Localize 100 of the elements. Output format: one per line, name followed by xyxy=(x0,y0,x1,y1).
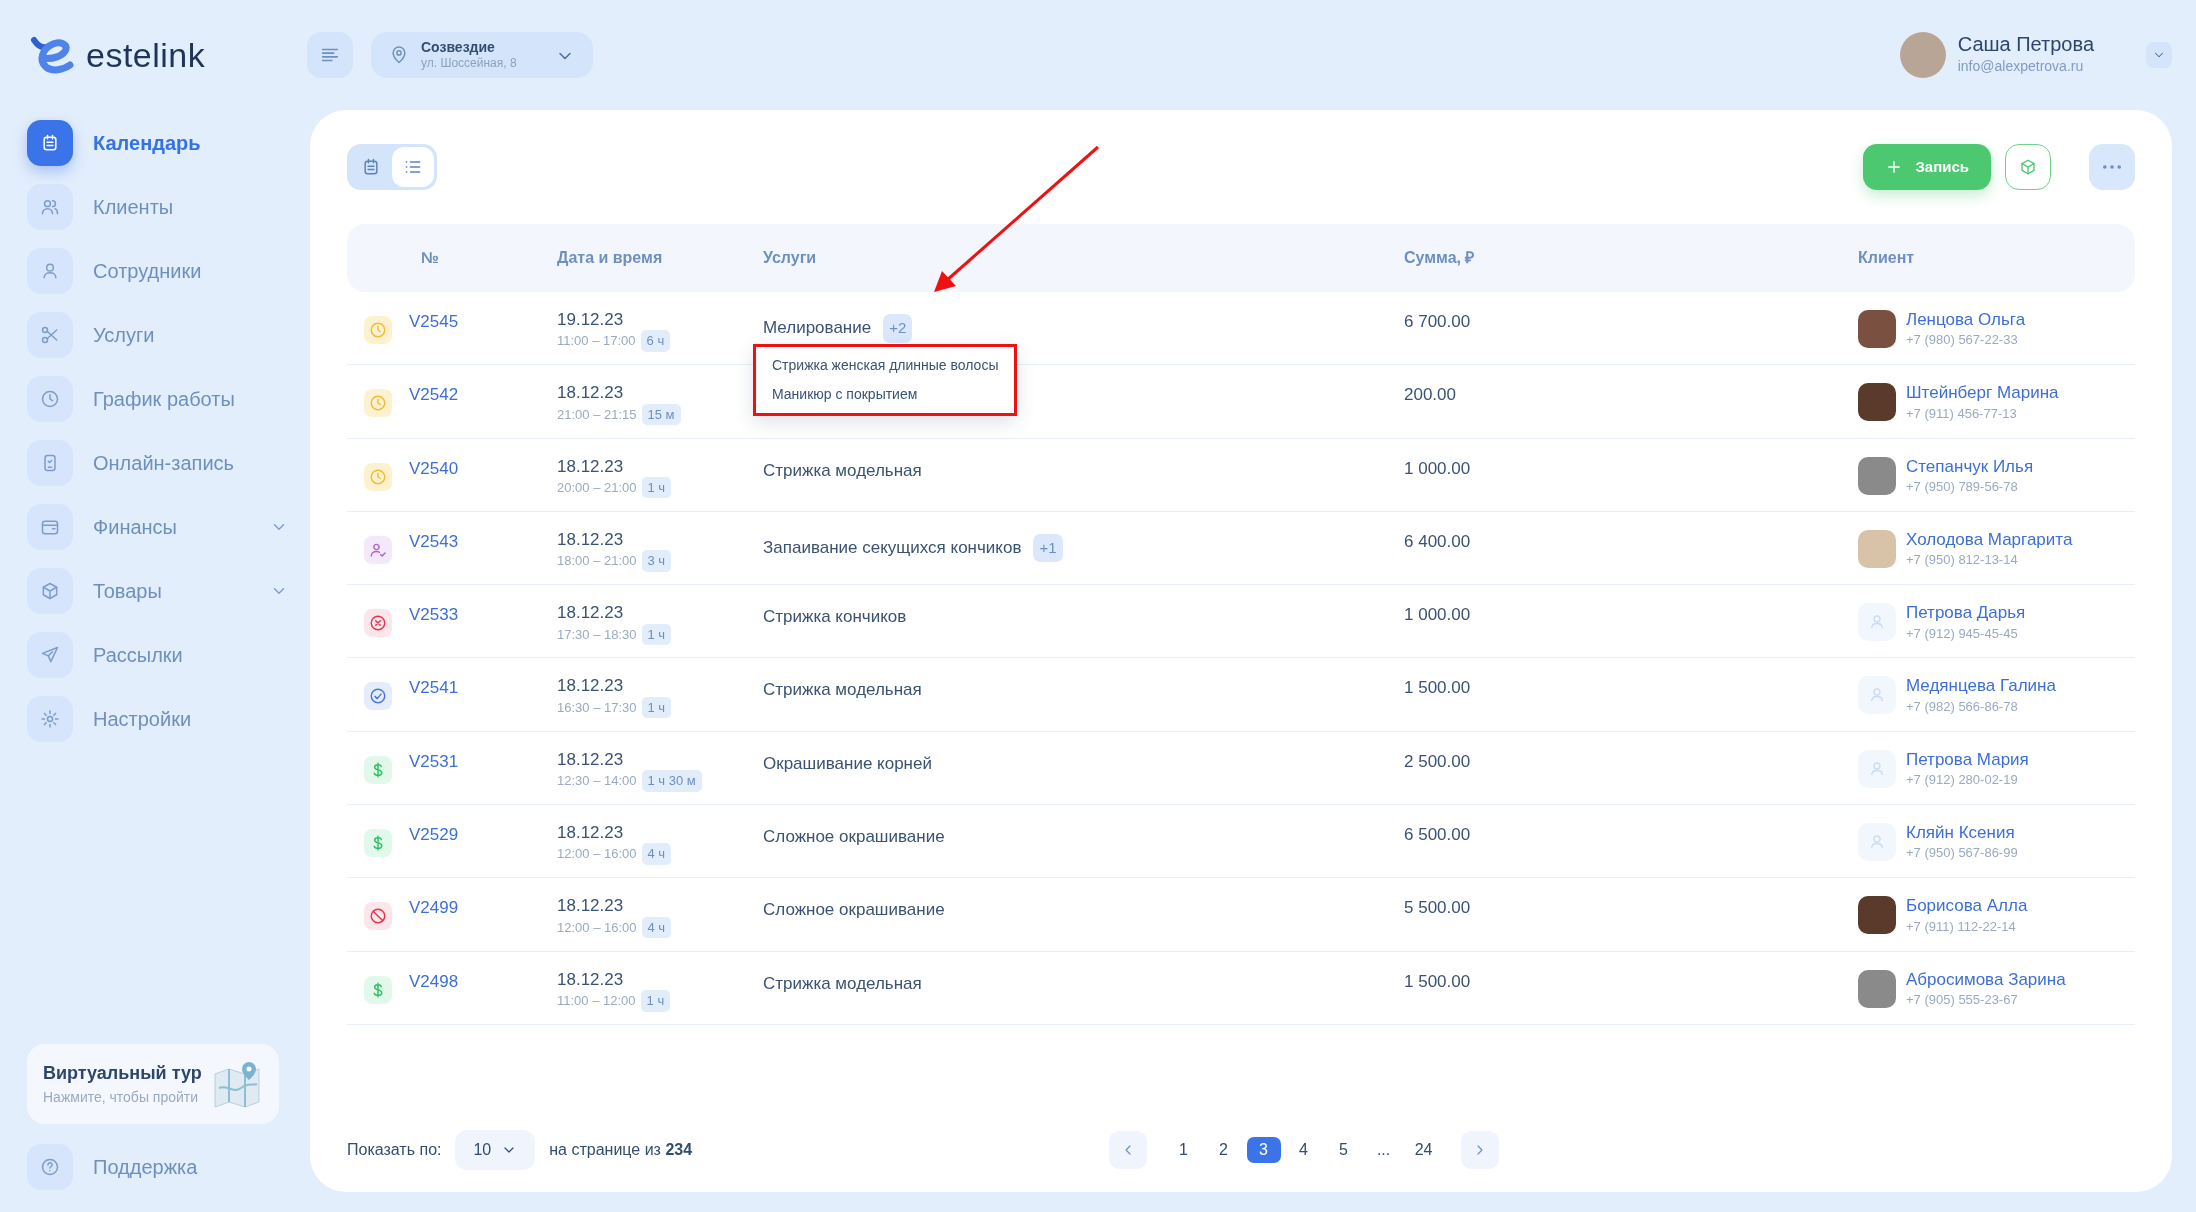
more-services-badge[interactable]: +1 xyxy=(1033,533,1063,563)
order-number-link[interactable]: V2541 xyxy=(409,678,459,698)
list-view-button[interactable] xyxy=(392,147,434,187)
client-name-link[interactable]: Степанчук Илья xyxy=(1906,456,2034,477)
date-text: 18.12.23 xyxy=(557,529,625,551)
duration-badge: 4 ч xyxy=(641,843,672,865)
sidebar-item[interactable]: Финансы xyxy=(27,504,294,550)
help-icon xyxy=(40,1157,60,1177)
location-dropdown[interactable]: Созвездие ул. Шоссейная, 8 xyxy=(371,32,593,78)
duration-badge: 6 ч xyxy=(640,330,671,352)
more-services-badge[interactable]: +2 xyxy=(883,314,913,343)
client-phone-text: +7 (905) 555-23-67 xyxy=(1906,991,2019,1010)
virtual-tour-card[interactable]: Виртуальный тур Нажмите, чтобы пройти xyxy=(27,1044,279,1124)
date-text: 18.12.23 xyxy=(557,749,625,771)
page-button[interactable]: 1 xyxy=(1166,1137,1201,1163)
tour-subtitle: Нажмите, чтобы пройти xyxy=(43,1088,200,1107)
order-number-link[interactable]: V2529 xyxy=(409,825,459,845)
order-number-link[interactable]: V2499 xyxy=(409,898,459,918)
date-text: 18.12.23 xyxy=(557,383,625,404)
avatar-photo xyxy=(1899,32,1946,78)
client-phone-text: +7 (950) 567-86-99 xyxy=(1906,844,2018,863)
sidebar-item[interactable]: Товары xyxy=(27,568,294,614)
order-number-link[interactable]: V2545 xyxy=(409,312,459,331)
order-number-link[interactable]: V2542 xyxy=(409,385,459,405)
date-text: 18.12.23 xyxy=(557,456,625,477)
client-phone-text: +7 (912) 945-45-45 xyxy=(1906,624,2019,643)
sum-text: 6 700.00 xyxy=(1404,312,1471,331)
more-button[interactable] xyxy=(2089,144,2135,190)
order-number-link[interactable]: V2543 xyxy=(409,531,459,551)
order-number-link[interactable]: V2531 xyxy=(409,751,459,771)
date-text: 18.12.23 xyxy=(557,823,625,844)
status-prohibited-icon xyxy=(364,902,392,931)
sidebar-item[interactable]: Услуги xyxy=(27,312,294,358)
column-header: Дата и время xyxy=(557,248,664,268)
service-text: Окрашивание корней xyxy=(763,753,932,775)
client-phone-text: +7 (911) 456-77-13 xyxy=(1906,404,2018,423)
time-text: 11:00 – 12:00 xyxy=(557,992,636,1011)
order-number-link[interactable]: V2498 xyxy=(409,971,459,991)
page-size-dropdown[interactable]: 10 xyxy=(455,1130,536,1170)
sidebar-item[interactable]: График работы xyxy=(27,376,294,422)
client-name-link[interactable]: Кляйн Ксения xyxy=(1906,823,2018,844)
service-text: Стрижка кончиков xyxy=(763,607,907,628)
cube-icon xyxy=(2019,158,2037,176)
logo-text: estelink xyxy=(86,34,206,76)
support-link[interactable]: Поддержка xyxy=(27,1144,294,1190)
client-name-link[interactable]: Абросимова Зарина xyxy=(1906,969,2066,991)
client-name-link[interactable]: Борисова Алла xyxy=(1906,896,2028,917)
sidebar-item[interactable]: Клиенты xyxy=(27,184,294,230)
client-name-link[interactable]: Петрова Дарья xyxy=(1906,603,2026,624)
client-name-link[interactable]: Штейнберг Марина xyxy=(1906,383,2059,404)
time-text: 12:30 – 14:00 xyxy=(557,772,637,791)
client-name-link[interactable]: Ленцова Ольга xyxy=(1906,310,2026,331)
sidebar-item[interactable]: Онлайн-запись xyxy=(27,440,294,486)
page-button[interactable]: 5 xyxy=(1326,1137,1361,1163)
page-button[interactable]: 4 xyxy=(1286,1137,1321,1163)
location-address: ул. Шоссейная, 8 xyxy=(421,55,517,70)
client-phone-text: +7 (912) 280-02-19 xyxy=(1906,771,2019,790)
sum-text: 6 500.00 xyxy=(1404,825,1471,845)
client-name-link[interactable]: Холодова Маргарита xyxy=(1906,529,2073,551)
sum-text: 1 500.00 xyxy=(1404,971,1471,991)
sum-text: 6 400.00 xyxy=(1404,531,1471,551)
next-page-button[interactable] xyxy=(1460,1131,1499,1169)
client-name-link[interactable]: Петрова Мария xyxy=(1906,749,2029,771)
sidebar-item[interactable]: Настройки xyxy=(27,696,294,742)
cal-icon xyxy=(40,133,60,153)
sidebar-item[interactable]: Сотрудники xyxy=(27,248,294,294)
sidebar-item[interactable]: Календарь xyxy=(27,120,294,166)
column-header: № xyxy=(420,248,440,268)
page-button[interactable]: ... xyxy=(1366,1137,1401,1163)
cube-button[interactable] xyxy=(2005,144,2051,190)
user-menu-button[interactable] xyxy=(2146,42,2172,68)
tour-title: Виртуальный тур xyxy=(43,1062,202,1085)
service-text: Стрижка модельная xyxy=(763,680,922,701)
service-text: Сложное окрашивание xyxy=(763,900,945,921)
order-number-link[interactable]: V2540 xyxy=(409,458,459,478)
time-text: 11:00 – 17:00 xyxy=(557,332,636,351)
client-name-link[interactable]: Медянцева Галина xyxy=(1906,676,2056,697)
time-text: 12:00 – 16:00 xyxy=(557,918,637,937)
page-button[interactable]: 2 xyxy=(1206,1137,1241,1163)
sum-text: 1 000.00 xyxy=(1404,458,1471,478)
menu-button[interactable] xyxy=(307,32,353,78)
time-text: 21:00 – 21:15 xyxy=(557,405,637,424)
previous-page-button[interactable] xyxy=(1108,1131,1147,1169)
date-text: 19.12.23 xyxy=(557,310,625,331)
status-dollar-icon xyxy=(364,829,392,858)
sidebar-item[interactable]: Рассылки xyxy=(27,632,294,678)
time-text: 18:00 – 21:00 xyxy=(557,552,637,571)
date-text: 18.12.23 xyxy=(557,896,625,917)
send-icon xyxy=(40,645,60,665)
status-clock-icon xyxy=(364,462,392,491)
sum-text: 1 500.00 xyxy=(1404,678,1471,698)
column-header: Сумма, ₽ xyxy=(1404,248,1476,268)
column-header: Услуги xyxy=(763,248,818,268)
page-button[interactable]: 24 xyxy=(1406,1137,1441,1163)
time-text: 12:00 – 16:00 xyxy=(557,845,637,864)
order-number-link[interactable]: V2533 xyxy=(409,605,459,625)
status-person-check-icon xyxy=(364,535,392,564)
status-dollar-icon xyxy=(364,975,392,1004)
user-name: Саша Петрова xyxy=(1957,33,2094,56)
page-button[interactable]: 3 xyxy=(1246,1137,1281,1163)
